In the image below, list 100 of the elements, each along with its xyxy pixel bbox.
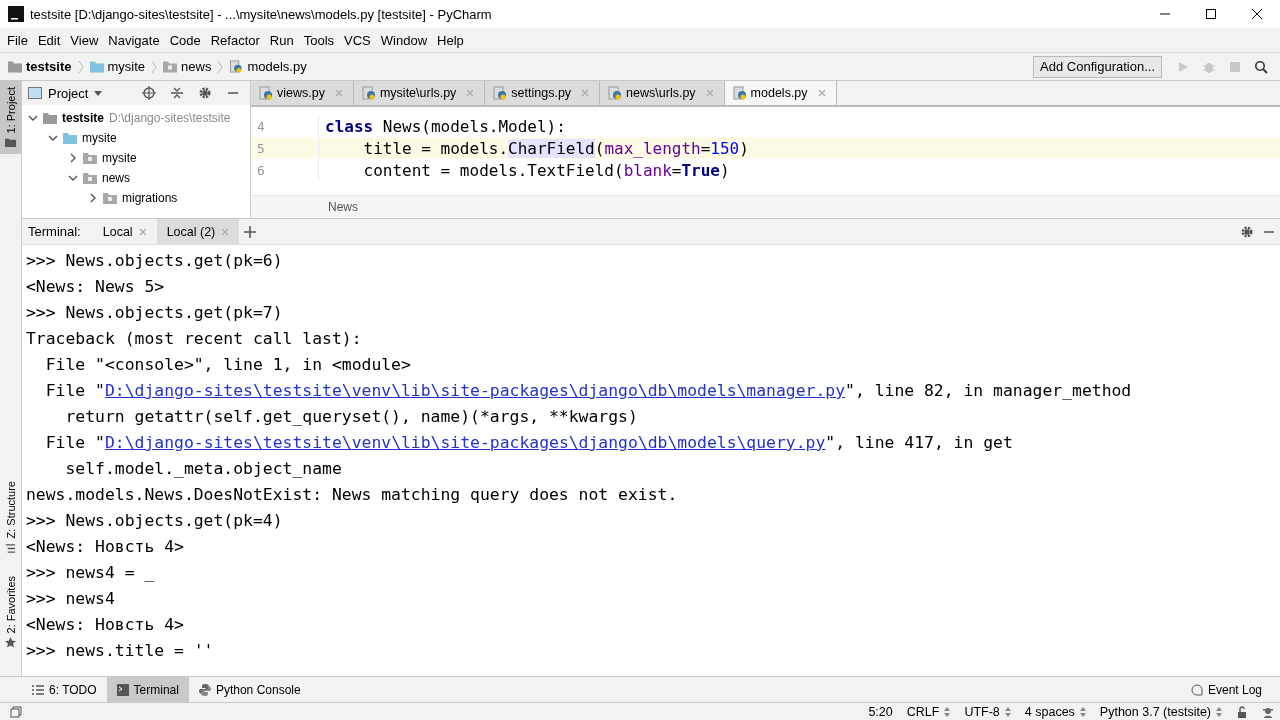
- side-tool-tab[interactable]: Z: Structure: [0, 475, 21, 560]
- terminal-line: >>> news.title = '': [26, 640, 215, 662]
- terminal-line: >>> news4: [26, 588, 116, 610]
- tree-item[interactable]: mysite: [82, 131, 117, 145]
- folder-icon: [103, 192, 117, 204]
- unlock-icon[interactable]: [1236, 705, 1248, 718]
- add-icon[interactable]: [243, 224, 258, 239]
- menu-item[interactable]: Tools: [298, 32, 340, 48]
- search-icon[interactable]: [1254, 59, 1268, 74]
- line-number: 5: [251, 137, 319, 159]
- menu-item[interactable]: VCS: [339, 32, 376, 48]
- python-file-icon: [732, 86, 747, 100]
- status-bar-item[interactable]: 4 spaces: [1024, 704, 1075, 719]
- list-icon: [32, 683, 44, 696]
- python-file-icon: [361, 86, 376, 100]
- session-tab[interactable]: Local: [102, 224, 133, 239]
- terminal-line: File "D:\django-sites\testsite\venv\lib\site-packages\django\db\models\query.py", line 417, in get: [44, 432, 1014, 454]
- code-line: content = models.TextField(blank=True): [362, 160, 730, 180]
- terminal-line: return getattr(self.get_queryset(), name)(*args, **kwargs): [64, 406, 639, 428]
- folder-icon: [5, 137, 16, 149]
- project-view-selector[interactable]: Project: [48, 85, 89, 101]
- terminal-line: >>> News.objects.get(pk=4): [26, 510, 284, 532]
- terminal-line: <News: Новсть 4>: [26, 536, 185, 558]
- terminal-line: >>> news4 = _: [26, 562, 156, 584]
- tree-item[interactable]: migrations: [122, 191, 178, 205]
- inspector-icon[interactable]: [1262, 705, 1274, 718]
- status-bar-item[interactable]: 5:20: [868, 704, 893, 719]
- up-down-arrows-icon[interactable]: [1004, 706, 1011, 717]
- tool-window-tab[interactable]: Terminal: [106, 677, 189, 702]
- event-log-button[interactable]: Event Log: [1190, 682, 1262, 697]
- status-bar-item[interactable]: Python 3.7 (testsite): [1099, 704, 1211, 719]
- python-file-icon: [229, 60, 244, 73]
- python-file-icon: [493, 86, 508, 100]
- folder-icon: [8, 60, 22, 73]
- close-icon[interactable]: [817, 89, 826, 97]
- menu-item[interactable]: Window: [375, 32, 433, 48]
- python-icon: [198, 683, 211, 696]
- breadcrumb-item[interactable]: news: [163, 59, 212, 74]
- settings-icon[interactable]: [198, 86, 212, 100]
- editor-tab[interactable]: settings.py: [485, 81, 601, 105]
- editor-breadcrumb[interactable]: News: [328, 200, 358, 214]
- menu-item[interactable]: Code: [164, 32, 206, 48]
- menu-item[interactable]: Help: [432, 32, 469, 48]
- terminal-label: Terminal:: [28, 224, 81, 239]
- code-line: class News(models.Model):: [325, 116, 566, 136]
- menu-item[interactable]: Run: [264, 32, 299, 48]
- terminal-line: self.model._meta.object_name: [64, 458, 343, 480]
- collapse-all-icon[interactable]: [170, 86, 184, 100]
- file-link[interactable]: D:\django-sites\testsite\venv\lib\site-packages\django\db\models\manager.py: [104, 381, 846, 400]
- tree-item[interactable]: news: [102, 171, 130, 185]
- menu-item[interactable]: Navigate: [103, 32, 165, 48]
- menu-item[interactable]: File: [2, 32, 33, 48]
- terminal-line: Traceback (most recent call last):: [26, 328, 363, 350]
- menu-item[interactable]: View: [65, 32, 104, 48]
- toggle-tool-windows-icon[interactable]: [10, 705, 22, 718]
- chevron-icon: [151, 59, 158, 74]
- breadcrumb-item[interactable]: mysite: [89, 59, 146, 74]
- editor-tab[interactable]: mysite\urls.py: [353, 81, 486, 105]
- status-bar-item[interactable]: UTF-8: [964, 704, 1000, 719]
- terminal-line: >>> News.objects.get(pk=6): [26, 250, 284, 272]
- close-icon[interactable]: [138, 227, 147, 236]
- tree-item[interactable]: testsite: [62, 111, 105, 125]
- status-bar-item[interactable]: CRLF: [906, 704, 940, 719]
- chevron-icon: [217, 59, 224, 74]
- menu-item[interactable]: Edit: [32, 32, 66, 48]
- caret-icon[interactable]: [94, 90, 103, 96]
- side-tool-tab[interactable]: 2: Favorites: [0, 569, 21, 654]
- menu-item[interactable]: Refactor: [205, 32, 265, 48]
- tree-item[interactable]: mysite: [102, 151, 137, 165]
- speech-bubble-icon: [1190, 683, 1203, 696]
- up-down-arrows-icon[interactable]: [944, 706, 951, 717]
- pycharm-logo-icon: [8, 6, 24, 22]
- editor-tab[interactable]: models.py: [724, 81, 837, 105]
- folder-icon: [83, 172, 97, 184]
- window-title: testsite [D:\django-sites\testsite] - ...\mysite\news\models.py [testsite] - PyCharm: [30, 6, 492, 22]
- project-view-icon: [28, 86, 42, 100]
- tool-window-tab[interactable]: Python Console: [188, 677, 311, 702]
- terminal-line: File "D:\django-sites\testsite\venv\lib\site-packages\django\db\models\manager.py", line 82, in manager_method: [44, 380, 1133, 402]
- project-tool-tab[interactable]: 1: Project: [0, 81, 21, 155]
- up-down-arrows-icon[interactable]: [1216, 706, 1222, 717]
- chevron-icon: [77, 59, 84, 74]
- folder-icon: [163, 60, 178, 73]
- file-link[interactable]: D:\django-sites\testsite\venv\lib\site-packages\django\db\models\query.py: [104, 433, 826, 452]
- up-down-arrows-icon[interactable]: [1079, 706, 1086, 717]
- tool-window-tab[interactable]: 6: TODO: [22, 677, 107, 702]
- settings-icon[interactable]: [1240, 224, 1254, 239]
- breadcrumb-item[interactable]: testsite: [8, 59, 72, 74]
- editor-tab[interactable]: views.py: [251, 81, 354, 105]
- terminal-line: news.models.News.DoesNotExist: News matching query does not exist.: [26, 484, 679, 506]
- breadcrumb-item[interactable]: models.py: [229, 59, 307, 74]
- add-configuration-button[interactable]: Add Configuration...: [1033, 55, 1162, 78]
- folder-icon: [89, 60, 104, 73]
- terminal-line: File "<console>", line 1, in <module>: [44, 354, 412, 376]
- locate-icon[interactable]: [142, 86, 156, 100]
- line-number: 6: [251, 159, 319, 181]
- code-line: title = models.CharField(max_length=150): [362, 138, 749, 158]
- python-file-icon: [608, 86, 623, 100]
- folder-icon: [63, 132, 77, 144]
- terminal-line: <News: News 5>: [26, 276, 166, 298]
- editor-tab[interactable]: news\urls.py: [600, 81, 725, 105]
